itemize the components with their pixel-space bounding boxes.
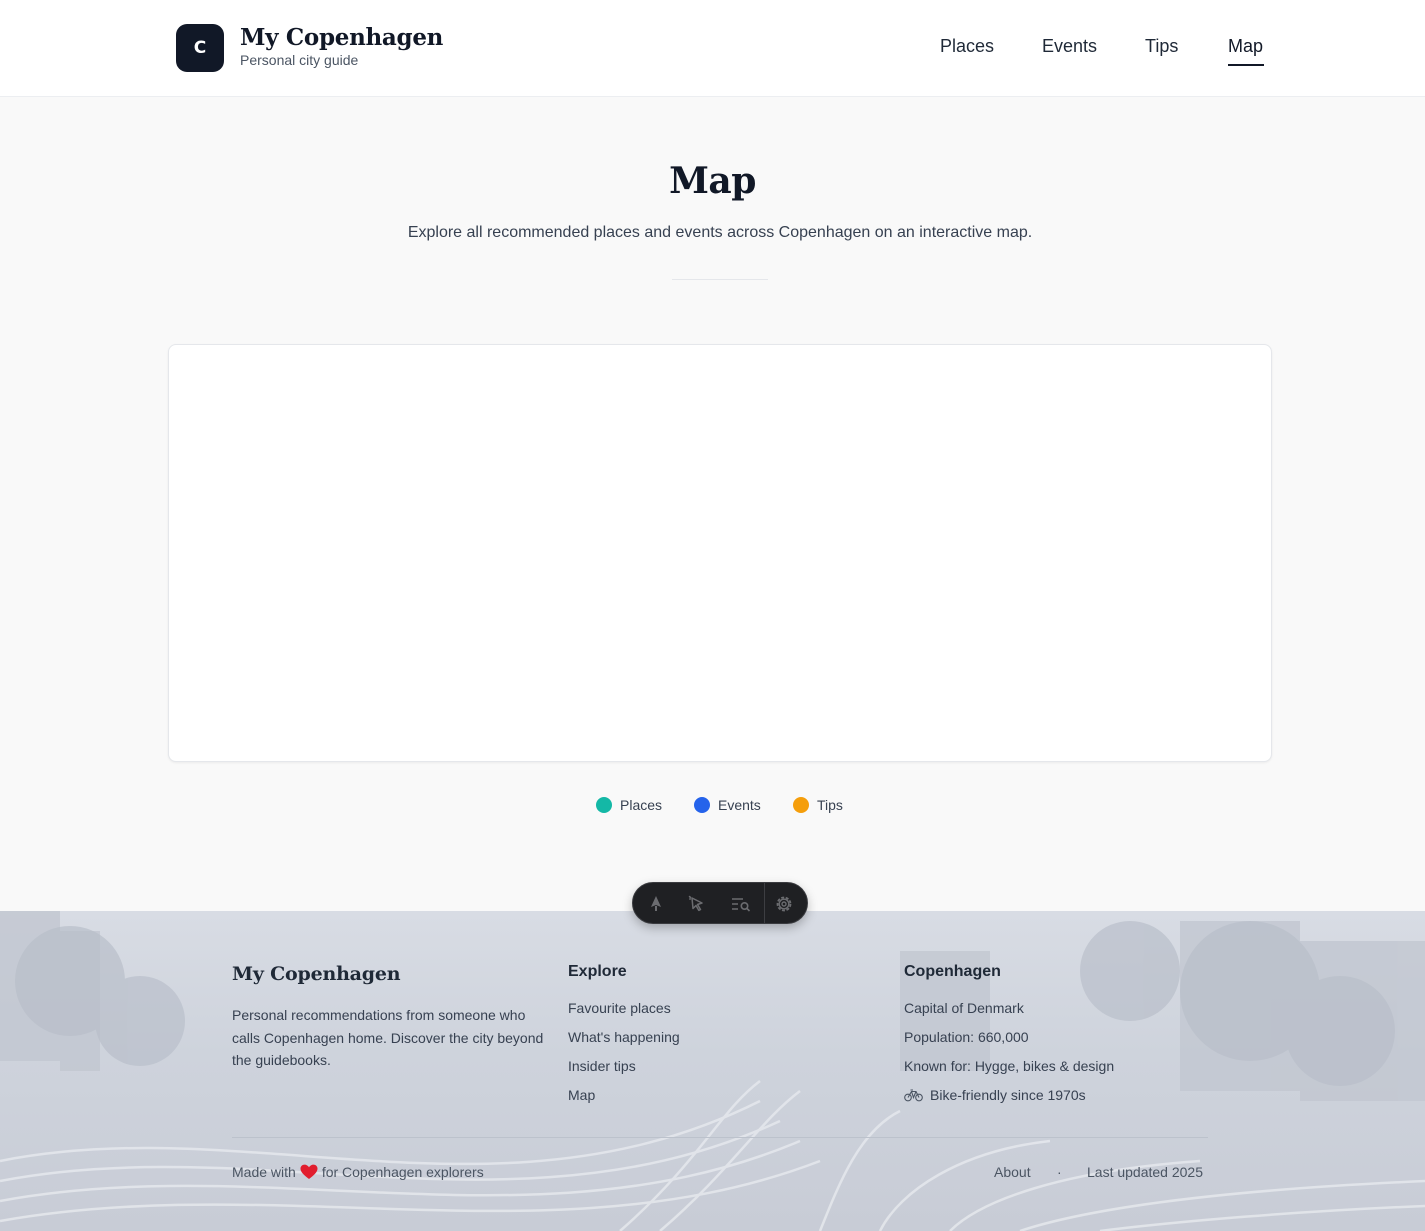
footer-divider — [232, 1137, 1208, 1138]
nav-places[interactable]: Places — [940, 36, 994, 57]
select-cursor-icon[interactable] — [685, 892, 709, 916]
nav-map[interactable]: Map — [1228, 36, 1263, 57]
legend-places-dot — [596, 797, 612, 813]
dev-toolbar — [632, 882, 808, 924]
interactive-map[interactable] — [168, 344, 1272, 762]
footer-city-heading: Copenhagen — [904, 963, 1001, 980]
page-title: Map — [669, 160, 756, 202]
footer-about-link[interactable]: About — [994, 1164, 1031, 1180]
footer-description: Personal recommendations from someone wh… — [232, 1007, 544, 1068]
footer-fact-known-for: Known for: Hygge, bikes & design — [904, 1058, 1115, 1074]
footer-link-whats-happening[interactable]: What's happening — [568, 1029, 680, 1045]
nav-tips[interactable]: Tips — [1145, 36, 1178, 57]
legend-places: Places — [596, 796, 662, 814]
brand-subtitle: Personal city guide — [240, 52, 359, 68]
footer-last-updated: Last updated 2025 — [1087, 1164, 1203, 1180]
footer-separator: · — [1057, 1164, 1062, 1180]
logo[interactable]: C — [176, 24, 224, 72]
footer-background-image — [0, 911, 1425, 1231]
footer-fact-bike: Bike-friendly since 1970s — [904, 1087, 1086, 1103]
heart-icon — [300, 1164, 318, 1180]
title-divider — [672, 279, 768, 280]
footer-fact-capital: Capital of Denmark — [904, 1000, 1024, 1016]
footer-link-insider-tips[interactable]: Insider tips — [568, 1058, 636, 1074]
bicycle-icon — [904, 1089, 923, 1102]
footer-fact-population: Population: 660,000 — [904, 1029, 1029, 1045]
site-footer: My Copenhagen Personal recommendations f… — [0, 911, 1425, 1231]
footer-explore-heading: Explore — [568, 963, 627, 980]
legend-events-label: Events — [718, 797, 761, 813]
footer-brand: My Copenhagen — [232, 963, 401, 985]
pin-icon[interactable] — [644, 892, 668, 916]
legend-places-label: Places — [620, 797, 663, 813]
search-list-icon[interactable] — [729, 892, 753, 916]
footer-link-favourite-places[interactable]: Favourite places — [568, 1000, 671, 1016]
footer-link-map[interactable]: Map — [568, 1087, 595, 1103]
brand-title[interactable]: My Copenhagen — [240, 24, 443, 51]
site-header: C My Copenhagen Personal city guide Plac… — [0, 0, 1425, 97]
gear-icon[interactable] — [772, 892, 796, 916]
legend-tips-dot — [793, 797, 809, 813]
page-description: Explore all recommended places and event… — [407, 224, 1033, 241]
nav-events[interactable]: Events — [1042, 36, 1097, 57]
legend-events-dot — [694, 797, 710, 813]
legend-events: Events — [694, 796, 761, 814]
toolbar-separator — [764, 883, 765, 923]
made-with-prefix: Made with — [232, 1164, 296, 1180]
footer-made-with: Made with for Copenhagen explorers — [232, 1164, 484, 1180]
nav-active-indicator — [1228, 64, 1264, 66]
legend-tips-label: Tips — [817, 797, 843, 813]
footer-fact-bike-label: Bike-friendly since 1970s — [930, 1087, 1086, 1103]
legend-tips: Tips — [793, 796, 843, 814]
made-with-suffix: for Copenhagen explorers — [321, 1164, 484, 1180]
